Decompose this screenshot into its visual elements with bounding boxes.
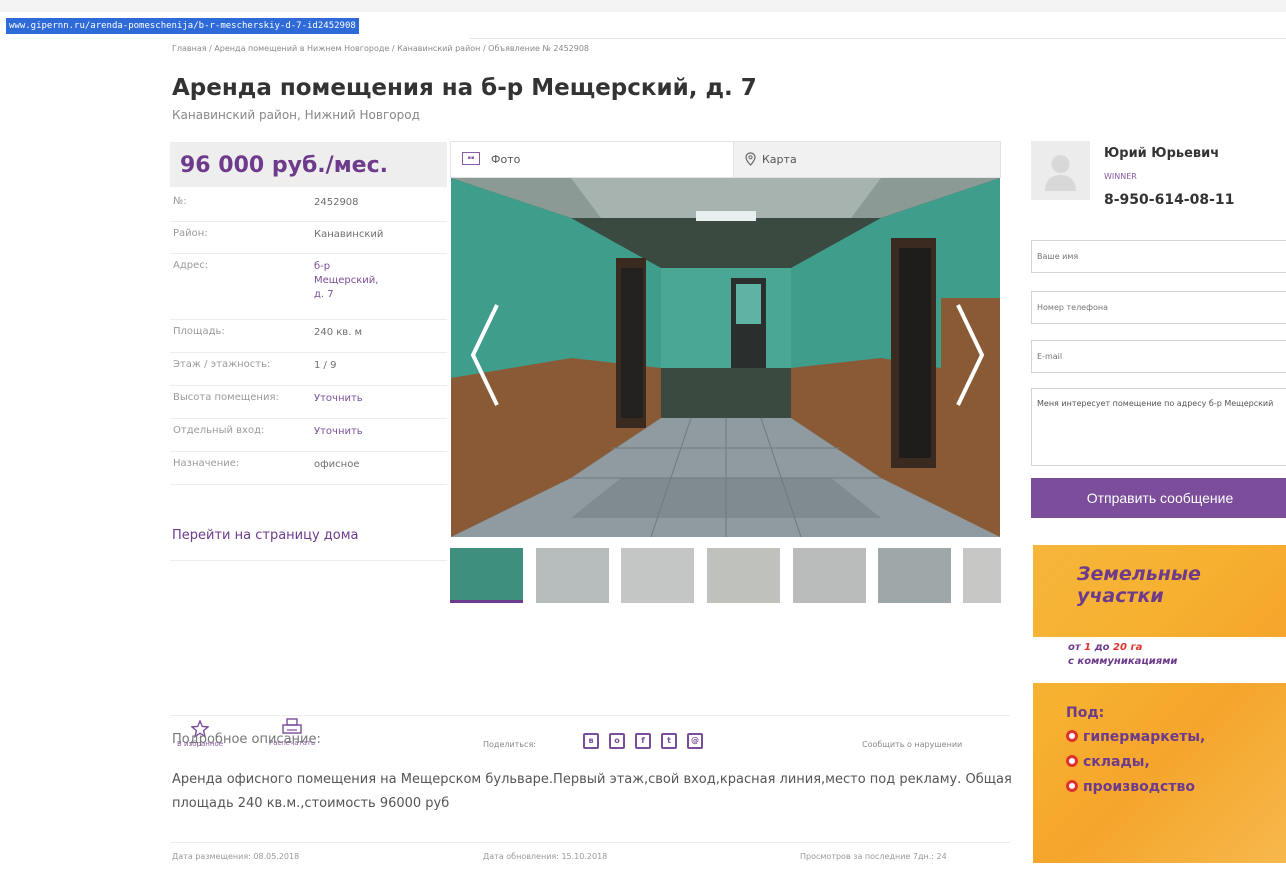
ad-to: до xyxy=(1091,642,1114,653)
ad-title: Земельные участки xyxy=(1077,563,1201,607)
tab-photo[interactable]: ▪▪ Фото xyxy=(451,142,734,177)
ad-pod: Под: xyxy=(1066,705,1105,721)
footer-divider xyxy=(170,842,1010,843)
tab-map[interactable]: Карта xyxy=(735,142,1000,177)
ad-item-text: гипермаркеты, xyxy=(1083,729,1206,745)
property-label: Площадь: xyxy=(173,326,225,337)
description-heading: Подробное описание: xyxy=(172,732,321,747)
property-value: 1 / 9 xyxy=(314,360,337,371)
bullet-icon xyxy=(1066,755,1078,767)
property-row: Адрес: б-р Мещерский, д. 7 xyxy=(170,254,447,320)
updated-date: Дата обновления: 15.10.2018 xyxy=(483,852,608,861)
property-label: Район: xyxy=(173,228,208,239)
property-row: №: 2452908 xyxy=(170,190,447,222)
share-ok-icon[interactable]: о xyxy=(609,733,625,749)
location-subtitle: Канавинский район, Нижний Новгород xyxy=(172,108,420,122)
properties-table: №: 2452908 Район: Канавинский Адрес: б-р… xyxy=(170,190,447,485)
media-tabs: ▪▪ Фото Карта xyxy=(450,141,1001,178)
property-label: Высота помещения: xyxy=(173,392,279,403)
name-field[interactable] xyxy=(1031,240,1286,273)
prev-photo-arrow[interactable] xyxy=(465,300,505,410)
address-url[interactable]: www.gipernn.ru/arenda-pomeschenija/b-r-m… xyxy=(6,18,359,34)
thumbnail-image[interactable] xyxy=(621,548,694,603)
share-mail-icon[interactable]: @ xyxy=(687,733,703,749)
report-link[interactable]: Сообщить о нарушении xyxy=(862,740,962,749)
property-value: Канавинский xyxy=(314,229,384,240)
user-icon xyxy=(1045,155,1076,191)
property-label: Этаж / этажность: xyxy=(173,359,271,370)
ad-item-text: склады, xyxy=(1083,754,1150,770)
thumbnail-image[interactable] xyxy=(450,548,523,603)
bullet-icon xyxy=(1066,730,1078,742)
property-label: Отдельный вход: xyxy=(173,425,265,436)
clarify-link[interactable]: Уточнить xyxy=(314,392,442,406)
property-label: Адрес: xyxy=(173,260,209,271)
breadcrumb[interactable]: Главная / Аренда помещений в Нижнем Новг… xyxy=(172,44,589,53)
agent-name[interactable]: Юрий Юрьевич xyxy=(1104,146,1219,161)
property-row: Этаж / этажность: 1 / 9 xyxy=(170,353,447,386)
ad-item: склады, xyxy=(1066,754,1150,770)
browser-bar: www.gipernn.ru/arenda-pomeschenija/b-r-m… xyxy=(0,0,1286,40)
share-fb-icon[interactable]: f xyxy=(635,733,651,749)
property-row: Высота помещения: Уточнить xyxy=(170,386,447,419)
property-value: 240 кв. м xyxy=(314,327,363,338)
phone-field[interactable] xyxy=(1031,291,1286,324)
tab-map-label: Карта xyxy=(762,153,797,166)
thumbnail-image[interactable] xyxy=(536,548,609,603)
property-label: Назначение: xyxy=(173,458,240,469)
description-text: Аренда офисного помещения на Мещерском б… xyxy=(172,772,1012,811)
posted-date: Дата размещения: 08.05.2018 xyxy=(172,852,300,861)
agent-phone: 8-950-614-08-11 xyxy=(1104,192,1235,208)
ad-area-max: 20 га xyxy=(1113,642,1143,653)
tab-photo-label: Фото xyxy=(491,153,521,166)
thumbnail-image[interactable] xyxy=(707,548,780,603)
next-photo-arrow[interactable] xyxy=(950,300,990,410)
browser-top-strip xyxy=(0,0,1286,12)
goto-divider xyxy=(170,560,447,561)
header-divider xyxy=(470,38,1286,39)
thumbnail-image[interactable] xyxy=(793,548,866,603)
goto-house-link[interactable]: Перейти на страницу дома xyxy=(172,528,359,543)
property-row: Площадь: 240 кв. м xyxy=(170,320,447,353)
clarify-link[interactable]: Уточнить xyxy=(314,425,442,439)
property-label: №: xyxy=(173,196,187,207)
ad-item: производство xyxy=(1066,779,1195,795)
ad-item: гипермаркеты, xyxy=(1066,729,1205,745)
price: 96 000 руб./мес. xyxy=(180,153,389,178)
share-vk-icon[interactable]: в xyxy=(583,733,599,749)
property-row: Назначение: офисное xyxy=(170,452,447,485)
ad-from: от xyxy=(1068,642,1085,653)
main-photo[interactable] xyxy=(451,178,1000,537)
views-count: Просмотров за последние 7дн.: 24 xyxy=(800,852,947,861)
address-link[interactable]: б-р Мещерский, д. 7 xyxy=(314,260,384,302)
send-message-button[interactable]: Отправить сообщение xyxy=(1031,478,1286,518)
section-divider xyxy=(170,715,1010,716)
map-pin-icon xyxy=(745,152,756,166)
photo-icon: ▪▪ xyxy=(462,152,480,165)
share-label: Поделиться: xyxy=(483,740,536,749)
ad-banner[interactable]: Земельные участки от 1 до 20 га с коммун… xyxy=(1033,545,1286,863)
agent-company[interactable]: WINNER xyxy=(1104,172,1137,181)
share-tw-icon[interactable]: t xyxy=(661,733,677,749)
property-value: офисное xyxy=(314,459,360,470)
thumbnail-image[interactable] xyxy=(878,548,951,603)
ad-item-text: производство xyxy=(1083,779,1195,795)
property-row: Район: Канавинский xyxy=(170,222,447,254)
avatar xyxy=(1031,141,1090,200)
ad-communications: с коммуникациями xyxy=(1068,656,1178,667)
property-row: Отдельный вход: Уточнить xyxy=(170,419,447,452)
price-box: 96 000 руб./мес. xyxy=(170,142,447,187)
photo-thumbnails xyxy=(450,548,1001,603)
ad-area-line: от 1 до 20 га xyxy=(1068,642,1142,653)
ad-band: от 1 до 20 га с коммуникациями xyxy=(1033,637,1286,683)
email-field[interactable] xyxy=(1031,340,1286,373)
bullet-icon xyxy=(1066,780,1078,792)
page-title: Аренда помещения на б-р Мещерский, д. 7 xyxy=(172,75,757,101)
thumbnail-image[interactable] xyxy=(963,548,1001,603)
message-textarea[interactable]: Меня интересует помещение по адресу б-р … xyxy=(1031,388,1286,466)
property-value: 2452908 xyxy=(314,197,359,208)
